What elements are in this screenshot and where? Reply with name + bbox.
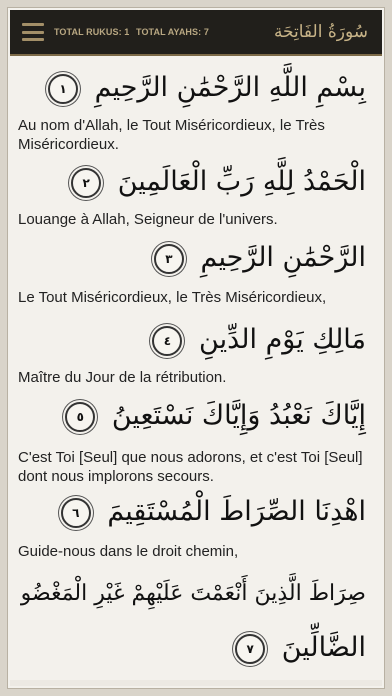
verse-7-arabic-line2[interactable]: الضَّالِّينَ ٧ bbox=[20, 626, 366, 670]
hamburger-menu-icon[interactable] bbox=[22, 23, 44, 41]
verse-7-text-line2: الضَّالِّينَ bbox=[281, 632, 366, 663]
verse-2-arabic[interactable]: الْحَمْدُ لِلَّهِ رَبِّ الْعَالَمِينَ ٢ bbox=[20, 160, 366, 204]
verse-4-translation: Maître du Jour de la rétribution. bbox=[18, 369, 227, 386]
verse-number-marker: ٤ bbox=[152, 325, 183, 356]
verse-number-marker: ٧ bbox=[235, 633, 266, 664]
verse-1-arabic[interactable]: بِسْمِ اللَّهِ الرَّحْمَٰنِ الرَّحِيمِ ١ bbox=[20, 66, 366, 110]
verse-6-text: اهْدِنَا الصِّرَاطَ الْمُسْتَقِيمَ bbox=[107, 496, 366, 527]
verse-3-arabic[interactable]: الرَّحْمَٰنِ الرَّحِيمِ ٣ bbox=[20, 236, 366, 280]
top-bar: TOTAL RUKUS: 1 TOTAL AYAHS: 7 سُورَةُ ال… bbox=[10, 10, 382, 56]
verse-1-translation: Au nom d'Allah, le Tout Miséricordieux, … bbox=[18, 117, 325, 153]
verse-6-arabic[interactable]: اهْدِنَا الصِّرَاطَ الْمُسْتَقِيمَ ٦ bbox=[20, 490, 366, 534]
verse-5-translation: C'est Toi [Seul] que nous adorons, et c'… bbox=[18, 449, 363, 485]
verse-number-marker: ٣ bbox=[153, 243, 184, 274]
verse-3-translation: Le Tout Miséricordieux, le Très Misérico… bbox=[18, 289, 327, 306]
verse-2-translation: Louange à Allah, Seigneur de l'univers. bbox=[18, 211, 278, 228]
verse-4-text: مَالِكِ يَوْمِ الدِّينِ bbox=[199, 324, 366, 355]
total-ayahs: TOTAL AYAHS: 7 bbox=[136, 27, 209, 37]
verse-number-marker: ١ bbox=[48, 73, 79, 104]
verse-7-arabic-line1[interactable]: صِرَاطَ الَّذِينَ أَنْعَمْتَ عَلَيْهِمْ … bbox=[20, 572, 366, 616]
verse-number-marker: ٦ bbox=[60, 497, 91, 528]
verse-1-text: بِسْمِ اللَّهِ الرَّحْمَٰنِ الرَّحِيمِ bbox=[94, 72, 366, 103]
verse-7-text-line1: صِرَاطَ الَّذِينَ أَنْعَمْتَ عَلَيْهِمْ … bbox=[20, 581, 366, 606]
total-rukus: TOTAL RUKUS: 1 bbox=[54, 27, 130, 37]
bottom-strip bbox=[10, 680, 382, 686]
verse-number-marker: ٢ bbox=[71, 167, 102, 198]
verse-3-text: الرَّحْمَٰنِ الرَّحِيمِ bbox=[200, 242, 367, 273]
surah-title: سُورَةُ الفَاتِحَة bbox=[273, 22, 368, 42]
verse-2-text: الْحَمْدُ لِلَّهِ رَبِّ الْعَالَمِينَ bbox=[117, 166, 366, 197]
surah-stats: TOTAL RUKUS: 1 TOTAL AYAHS: 7 bbox=[54, 27, 209, 37]
verse-4-arabic[interactable]: مَالِكِ يَوْمِ الدِّينِ ٤ bbox=[20, 318, 366, 362]
verse-5-text: إِيَّاكَ نَعْبُدُ وَإِيَّاكَ نَسْتَعِينُ bbox=[111, 400, 366, 431]
verse-list[interactable]: بِسْمِ اللَّهِ الرَّحْمَٰنِ الرَّحِيمِ ١… bbox=[10, 56, 382, 686]
verse-6-translation: Guide-nous dans le droit chemin, bbox=[18, 543, 239, 560]
verse-5-arabic[interactable]: إِيَّاكَ نَعْبُدُ وَإِيَّاكَ نَسْتَعِينُ… bbox=[20, 394, 366, 438]
verse-number-marker: ٥ bbox=[65, 401, 96, 432]
